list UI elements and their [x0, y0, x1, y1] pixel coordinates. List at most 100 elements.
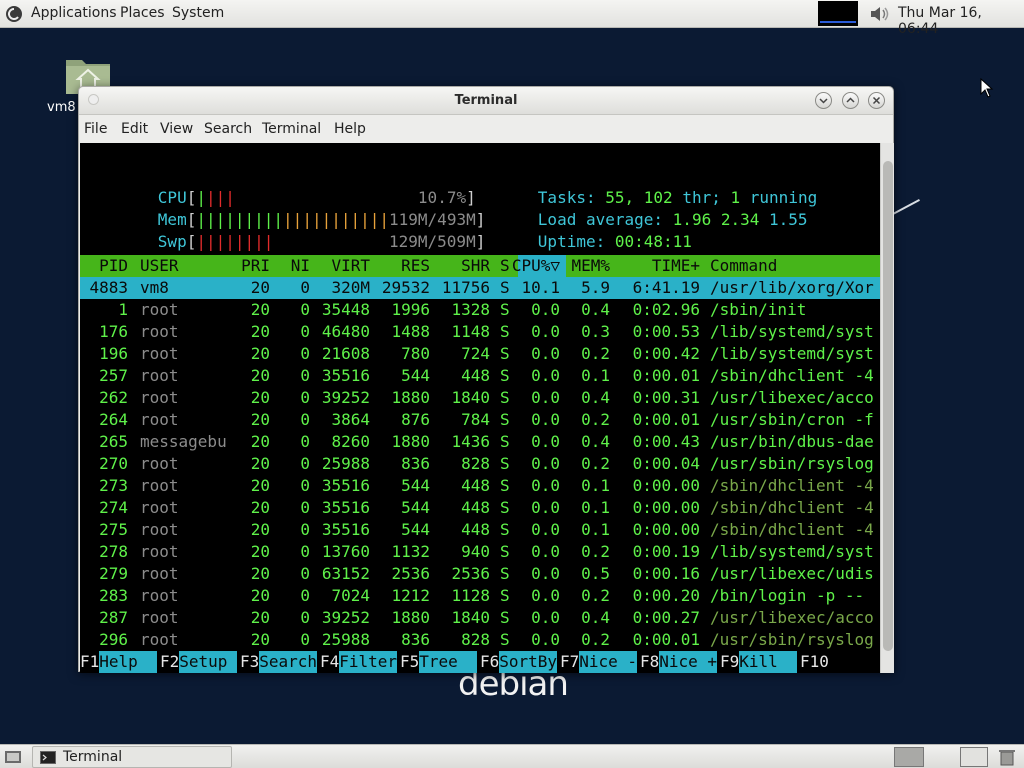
process-ni: 0 [300, 498, 310, 517]
debian-menu-icon[interactable] [4, 4, 24, 24]
menu-search[interactable]: Search [204, 121, 252, 137]
maximize-button[interactable] [842, 92, 859, 109]
mem-meter: Mem[||||||||||||||||||||119M/493M] [157, 210, 486, 229]
process-pid: 257 [99, 366, 128, 385]
process-time: 6:41.19 [632, 278, 700, 297]
workspace-2[interactable] [960, 747, 988, 767]
applications-menu[interactable]: Applications [31, 5, 117, 21]
show-desktop-icon[interactable] [4, 749, 22, 765]
process-user: root [140, 520, 179, 539]
column-header-pid[interactable]: PID [99, 255, 128, 277]
process-row[interactable]: 265 messagebu 20 0 8260 1880 1436 S 0.0 0.4 0:00.4… [80, 431, 880, 453]
process-row[interactable]: 270 root 20 0 25988 836 828 S 0.0 0.2 0:00.04/usr/… [80, 453, 880, 475]
fkey-f6[interactable]: F6SortBy [480, 651, 558, 673]
process-pid: 1 [118, 300, 128, 319]
process-cpu: 0.0 [531, 388, 560, 407]
process-res: 1132 [391, 542, 430, 561]
fkey-f3[interactable]: F3Search [240, 651, 318, 673]
process-virt: 35516 [321, 520, 370, 539]
fkey-f1[interactable]: F1Help [80, 651, 158, 673]
process-row[interactable]: 176 root 20 0 46480 1488 1148 S 0.0 0.3 0:00.53/li… [80, 321, 880, 343]
process-pid: 273 [99, 476, 128, 495]
process-row[interactable]: 196 root 20 0 21608 780 724 S 0.0 0.2 0:00.42/lib/… [80, 343, 880, 365]
process-ni: 0 [300, 564, 310, 583]
column-header-user[interactable]: USER [140, 255, 179, 277]
column-header-cmd[interactable]: Command [710, 255, 777, 277]
fkey-label: Search [259, 651, 318, 673]
menu-view[interactable]: View [160, 121, 193, 137]
network-activity-bar [820, 21, 856, 23]
process-s: S [500, 454, 510, 473]
column-header-res[interactable]: RES [401, 255, 430, 277]
fkey-f2[interactable]: F2Setup [160, 651, 238, 673]
fkey-f9[interactable]: F9Kill [720, 651, 798, 673]
process-res: 544 [401, 520, 430, 539]
process-cmd: /lib/systemd/syst [710, 322, 874, 341]
process-pri: 20 [250, 542, 270, 561]
menu-file[interactable]: File [84, 121, 107, 137]
column-header-cpu[interactable]: CPU%▽ [512, 255, 560, 277]
process-table-header[interactable]: PID USER PRI NI VIRT RES SHR S CPU%▽ MEM% TIME+ Com… [80, 255, 880, 277]
process-virt: 35516 [321, 498, 370, 517]
process-ni: 0 [300, 410, 310, 429]
chevron-up-icon [846, 97, 855, 103]
fkey-f4[interactable]: F4Filter [320, 651, 398, 673]
process-user: root [140, 608, 179, 627]
fkey-f8[interactable]: F8Nice + [640, 651, 718, 673]
process-row[interactable]: 279 root 20 0 63152 2536 2536 S 0.0 0.5 0:00.16/us… [80, 563, 880, 585]
process-row[interactable]: 278 root 20 0 13760 1132 940 S 0.0 0.2 0:00.19/lib… [80, 541, 880, 563]
column-header-virt[interactable]: VIRT [331, 255, 370, 277]
fkey-f10[interactable]: F10Quit [800, 651, 880, 673]
process-pid: 196 [99, 344, 128, 363]
fkey-key: F7 [560, 652, 580, 671]
process-row[interactable]: 262 root 20 0 39252 1880 1840 S 0.0 0.4 0:00.31/us… [80, 387, 880, 409]
clock[interactable]: Thu Mar 16, 06:44 [898, 5, 1024, 37]
places-menu[interactable]: Places [120, 5, 165, 21]
process-row[interactable]: 264 root 20 0 3864 876 784 S 0.0 0.2 0:00.01/usr/s… [80, 409, 880, 431]
column-header-time[interactable]: TIME+ [652, 255, 700, 277]
process-mem: 0.1 [581, 476, 610, 495]
terminal-output[interactable]: CPU[|||| 10.7%] Mem[||||||||||||||||||||… [80, 143, 880, 673]
network-monitor-applet[interactable] [818, 1, 858, 26]
trash-icon[interactable] [996, 747, 1018, 767]
menu-terminal[interactable]: Terminal [262, 121, 321, 137]
process-row[interactable]: 257 root 20 0 35516 544 448 S 0.0 0.1 0:00.01/sbin… [80, 365, 880, 387]
column-header-s[interactable]: S [500, 255, 510, 277]
process-virt: 63152 [321, 564, 370, 583]
process-row[interactable]: 275 root 20 0 35516 544 448 S 0.0 0.1 0:00.00/sbin… [80, 519, 880, 541]
column-header-ni[interactable]: NI [291, 255, 310, 277]
menu-help[interactable]: Help [334, 121, 366, 137]
process-cpu: 0.0 [531, 300, 560, 319]
process-ni: 0 [300, 520, 310, 539]
process-row[interactable]: 296 root 20 0 25988 836 828 S 0.0 0.2 0:00.01/usr/… [80, 629, 880, 651]
workspace-1[interactable] [894, 747, 924, 767]
taskbar-terminal-button[interactable]: Terminal [32, 746, 232, 768]
fkey-f7[interactable]: F7Nice - [560, 651, 638, 673]
process-pri: 20 [250, 520, 270, 539]
column-header-shr[interactable]: SHR [461, 255, 490, 277]
scrollbar-thumb[interactable] [883, 161, 893, 651]
process-pri: 20 [250, 630, 270, 649]
process-row[interactable]: 274 root 20 0 35516 544 448 S 0.0 0.1 0:00.00/sbin… [80, 497, 880, 519]
fkey-f5[interactable]: F5Tree [400, 651, 478, 673]
process-ni: 0 [300, 300, 310, 319]
process-row[interactable]: 1 root 20 0 35448 1996 1328 S 0.0 0.4 0:02.96/sbin… [80, 299, 880, 321]
volume-icon[interactable] [868, 4, 890, 24]
selected-process-row[interactable]: 4883 vm8 20 0 320M 29532 11756 S 10.1 5.9 6:41.19 /… [80, 277, 880, 299]
terminal-scrollbar[interactable] [880, 143, 894, 673]
process-row[interactable]: 287 root 20 0 39252 1880 1840 S 0.0 0.4 0:00.27/us… [80, 607, 880, 629]
process-cpu: 0.0 [531, 542, 560, 561]
minimize-button[interactable] [815, 92, 832, 109]
process-pri: 20 [250, 300, 270, 319]
fkey-key: F5 [400, 652, 420, 671]
close-button[interactable] [868, 92, 885, 109]
menu-edit[interactable]: Edit [121, 121, 148, 137]
process-row[interactable]: 283 root 20 0 7024 1212 1128 S 0.0 0.2 0:00.20/bin… [80, 585, 880, 607]
process-row[interactable]: 273 root 20 0 35516 544 448 S 0.0 0.1 0:00.00/sbin… [80, 475, 880, 497]
system-menu[interactable]: System [172, 5, 224, 21]
window-titlebar[interactable]: Terminal [79, 87, 893, 115]
column-header-pri[interactable]: PRI [241, 255, 270, 277]
process-user: messagebu [140, 432, 227, 451]
process-res: 29532 [381, 278, 430, 297]
column-header-mem[interactable]: MEM% [571, 255, 610, 277]
